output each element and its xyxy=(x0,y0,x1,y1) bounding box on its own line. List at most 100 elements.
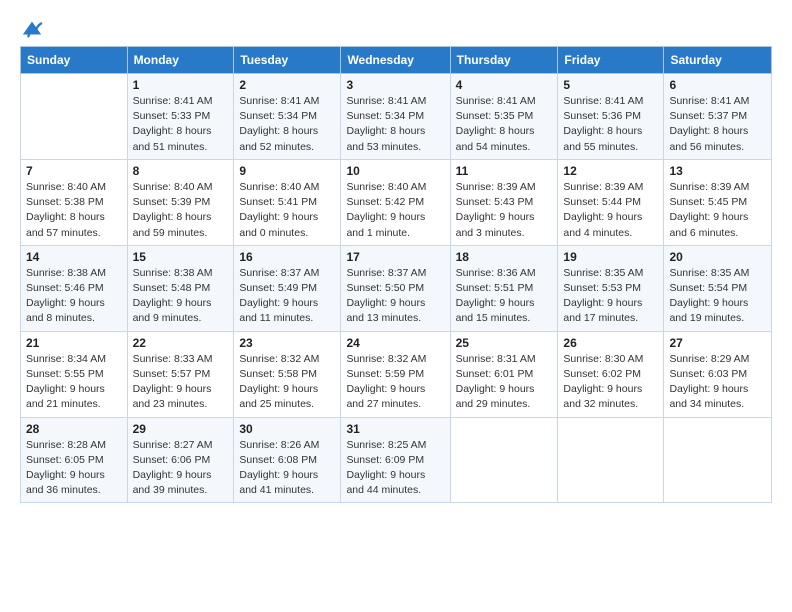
day-cell: 14Sunrise: 8:38 AMSunset: 5:46 PMDayligh… xyxy=(21,245,128,331)
day-number: 19 xyxy=(563,250,658,264)
day-cell xyxy=(558,417,664,503)
day-cell: 5Sunrise: 8:41 AMSunset: 5:36 PMDaylight… xyxy=(558,74,664,160)
day-info: Sunrise: 8:40 AMSunset: 5:41 PMDaylight:… xyxy=(239,180,335,241)
day-number: 3 xyxy=(346,78,444,92)
day-cell: 28 Sunrise: 8:28 AMSunset: 6:05 PMDayligh… xyxy=(21,417,128,503)
calendar-page: SundayMondayTuesdayWednesdayThursdayFrid… xyxy=(0,0,792,612)
day-number: 1 xyxy=(133,78,229,92)
day-info: Sunrise: 8:37 AMSunset: 5:49 PMDaylight:… xyxy=(239,266,335,327)
day-number: 20 xyxy=(669,250,766,264)
day-cell: 18 Sunrise: 8:36 AMSunset: 5:51 PMDayligh… xyxy=(450,245,558,331)
day-info: Sunrise: 8:39 AMSunset: 5:43 PMDaylight:… xyxy=(456,180,553,241)
day-cell: 15 Sunrise: 8:38 AMSunset: 5:48 PMDayligh… xyxy=(127,245,234,331)
day-cell: 26 Sunrise: 8:30 AMSunset: 6:02 PMDayligh… xyxy=(558,331,664,417)
day-info: Sunrise: 8:38 AMSunset: 5:48 PMDaylight:… xyxy=(133,266,229,327)
day-info: Sunrise: 8:27 AMSunset: 6:06 PMDaylight:… xyxy=(133,438,229,499)
day-cell: 6 Sunrise: 8:41 AMSunset: 5:37 PMDaylight… xyxy=(664,74,772,160)
day-number: 29 xyxy=(133,422,229,436)
day-cell: 9 Sunrise: 8:40 AMSunset: 5:41 PMDaylight… xyxy=(234,159,341,245)
day-cell: 8 Sunrise: 8:40 AMSunset: 5:39 PMDaylight… xyxy=(127,159,234,245)
day-number: 18 xyxy=(456,250,553,264)
day-info: Sunrise: 8:26 AMSunset: 6:08 PMDaylight:… xyxy=(239,438,335,499)
day-number: 12 xyxy=(563,164,658,178)
day-cell: 17 Sunrise: 8:37 AMSunset: 5:50 PMDayligh… xyxy=(341,245,450,331)
day-info: Sunrise: 8:28 AMSunset: 6:05 PMDaylight:… xyxy=(26,438,122,499)
day-info: Sunrise: 8:34 AMSunset: 5:55 PMDaylight:… xyxy=(26,352,122,413)
day-info: Sunrise: 8:36 AMSunset: 5:51 PMDaylight:… xyxy=(456,266,553,327)
col-header-wednesday: Wednesday xyxy=(341,47,450,74)
day-cell: 16 Sunrise: 8:37 AMSunset: 5:49 PMDayligh… xyxy=(234,245,341,331)
day-cell: 24 Sunrise: 8:32 AMSunset: 5:59 PMDayligh… xyxy=(341,331,450,417)
day-number: 7 xyxy=(26,164,122,178)
day-number: 23 xyxy=(239,336,335,350)
col-header-monday: Monday xyxy=(127,47,234,74)
day-cell xyxy=(21,74,128,160)
day-number: 11 xyxy=(456,164,553,178)
day-info: Sunrise: 8:41 AMSunset: 5:33 PMDaylight:… xyxy=(133,94,229,155)
day-info: Sunrise: 8:40 AMSunset: 5:38 PMDaylight:… xyxy=(26,180,122,241)
day-number: 4 xyxy=(456,78,553,92)
day-cell: 27 Sunrise: 8:29 AMSunset: 6:03 PMDayligh… xyxy=(664,331,772,417)
col-header-thursday: Thursday xyxy=(450,47,558,74)
day-info: Sunrise: 8:40 AMSunset: 5:39 PMDaylight:… xyxy=(133,180,229,241)
header xyxy=(20,18,772,36)
day-number: 15 xyxy=(133,250,229,264)
day-info: Sunrise: 8:31 AMSunset: 6:01 PMDaylight:… xyxy=(456,352,553,413)
day-cell: 1 Sunrise: 8:41 AMSunset: 5:33 PMDaylight… xyxy=(127,74,234,160)
day-info: Sunrise: 8:35 AMSunset: 5:53 PMDaylight:… xyxy=(563,266,658,327)
day-cell xyxy=(664,417,772,503)
week-row-1: 1 Sunrise: 8:41 AMSunset: 5:33 PMDaylight… xyxy=(21,74,772,160)
day-cell: 23 Sunrise: 8:32 AMSunset: 5:58 PMDayligh… xyxy=(234,331,341,417)
day-cell: 25Sunrise: 8:31 AMSunset: 6:01 PMDayligh… xyxy=(450,331,558,417)
logo xyxy=(20,18,43,36)
day-info: Sunrise: 8:32 AMSunset: 5:58 PMDaylight:… xyxy=(239,352,335,413)
day-number: 14 xyxy=(26,250,122,264)
day-info: Sunrise: 8:30 AMSunset: 6:02 PMDaylight:… xyxy=(563,352,658,413)
day-info: Sunrise: 8:39 AMSunset: 5:44 PMDaylight:… xyxy=(563,180,658,241)
day-info: Sunrise: 8:40 AMSunset: 5:42 PMDaylight:… xyxy=(346,180,444,241)
day-cell: 11 Sunrise: 8:39 AMSunset: 5:43 PMDayligh… xyxy=(450,159,558,245)
day-info: Sunrise: 8:32 AMSunset: 5:59 PMDaylight:… xyxy=(346,352,444,413)
day-cell: 20 Sunrise: 8:35 AMSunset: 5:54 PMDayligh… xyxy=(664,245,772,331)
day-number: 16 xyxy=(239,250,335,264)
day-info: Sunrise: 8:37 AMSunset: 5:50 PMDaylight:… xyxy=(346,266,444,327)
day-cell: 22 Sunrise: 8:33 AMSunset: 5:57 PMDayligh… xyxy=(127,331,234,417)
day-cell: 30 Sunrise: 8:26 AMSunset: 6:08 PMDayligh… xyxy=(234,417,341,503)
day-number: 17 xyxy=(346,250,444,264)
day-number: 31 xyxy=(346,422,444,436)
day-cell: 29 Sunrise: 8:27 AMSunset: 6:06 PMDayligh… xyxy=(127,417,234,503)
day-number: 22 xyxy=(133,336,229,350)
day-number: 26 xyxy=(563,336,658,350)
day-info: Sunrise: 8:35 AMSunset: 5:54 PMDaylight:… xyxy=(669,266,766,327)
day-number: 28 xyxy=(26,422,122,436)
day-cell: 3Sunrise: 8:41 AMSunset: 5:34 PMDaylight… xyxy=(341,74,450,160)
day-info: Sunrise: 8:29 AMSunset: 6:03 PMDaylight:… xyxy=(669,352,766,413)
day-number: 27 xyxy=(669,336,766,350)
day-number: 13 xyxy=(669,164,766,178)
day-number: 24 xyxy=(346,336,444,350)
day-info: Sunrise: 8:41 AMSunset: 5:37 PMDaylight:… xyxy=(669,94,766,155)
day-cell: 19 Sunrise: 8:35 AMSunset: 5:53 PMDayligh… xyxy=(558,245,664,331)
col-header-tuesday: Tuesday xyxy=(234,47,341,74)
day-cell xyxy=(450,417,558,503)
day-cell: 13 Sunrise: 8:39 AMSunset: 5:45 PMDayligh… xyxy=(664,159,772,245)
col-header-saturday: Saturday xyxy=(664,47,772,74)
day-number: 9 xyxy=(239,164,335,178)
header-row: SundayMondayTuesdayWednesdayThursdayFrid… xyxy=(21,47,772,74)
day-number: 8 xyxy=(133,164,229,178)
col-header-friday: Friday xyxy=(558,47,664,74)
day-info: Sunrise: 8:33 AMSunset: 5:57 PMDaylight:… xyxy=(133,352,229,413)
day-number: 6 xyxy=(669,78,766,92)
day-cell: 10 Sunrise: 8:40 AMSunset: 5:42 PMDayligh… xyxy=(341,159,450,245)
day-number: 10 xyxy=(346,164,444,178)
day-info: Sunrise: 8:25 AMSunset: 6:09 PMDaylight:… xyxy=(346,438,444,499)
week-row-4: 21Sunrise: 8:34 AMSunset: 5:55 PMDayligh… xyxy=(21,331,772,417)
week-row-5: 28 Sunrise: 8:28 AMSunset: 6:05 PMDayligh… xyxy=(21,417,772,503)
day-info: Sunrise: 8:39 AMSunset: 5:45 PMDaylight:… xyxy=(669,180,766,241)
day-number: 30 xyxy=(239,422,335,436)
calendar-table: SundayMondayTuesdayWednesdayThursdayFrid… xyxy=(20,46,772,503)
week-row-3: 14Sunrise: 8:38 AMSunset: 5:46 PMDayligh… xyxy=(21,245,772,331)
day-cell: 21Sunrise: 8:34 AMSunset: 5:55 PMDayligh… xyxy=(21,331,128,417)
day-cell: 12 Sunrise: 8:39 AMSunset: 5:44 PMDayligh… xyxy=(558,159,664,245)
col-header-sunday: Sunday xyxy=(21,47,128,74)
